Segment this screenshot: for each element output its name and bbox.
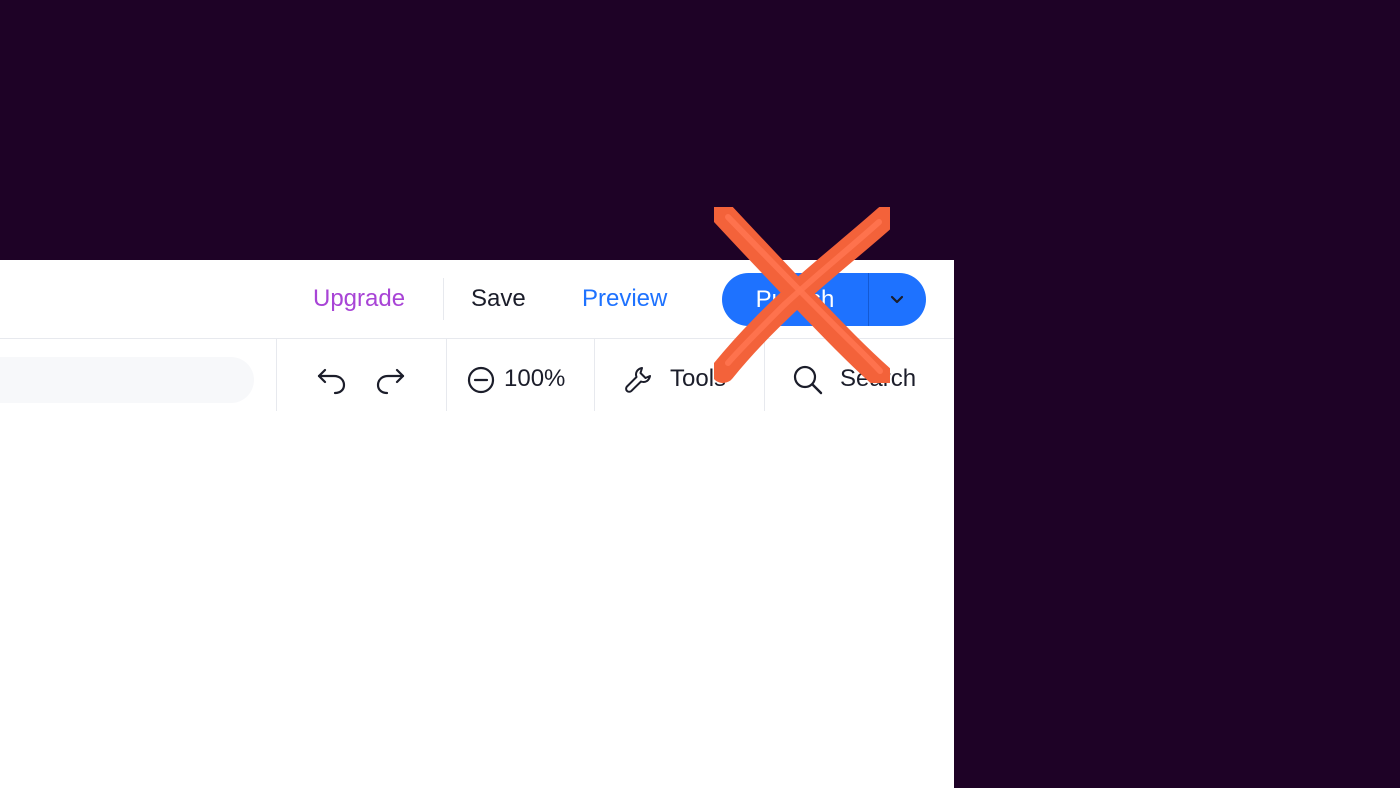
preview-button[interactable]: Preview [582, 284, 667, 314]
undo-icon [317, 368, 346, 395]
publish-button[interactable]: Publish [722, 273, 868, 326]
zoom-out-icon [467, 366, 495, 394]
redo-icon [376, 368, 405, 395]
top-bar-divider [443, 278, 444, 320]
tools-button[interactable]: Tools [670, 364, 726, 394]
canvas-area [0, 411, 954, 788]
toolbar-divider [446, 339, 447, 411]
editor-toolbar: 100% Tools Search [0, 339, 954, 411]
top-bar: Upgrade Save Preview Publish [0, 260, 954, 339]
upgrade-link[interactable]: Upgrade [313, 284, 405, 314]
zoom-level[interactable]: 100% [504, 364, 565, 394]
toolbar-divider [276, 339, 277, 411]
publish-button-group: Publish [722, 273, 926, 326]
publish-dropdown-button[interactable] [869, 273, 926, 326]
search-button[interactable]: Search [840, 364, 916, 394]
wrench-icon[interactable] [622, 364, 654, 396]
undo-button[interactable] [314, 361, 350, 397]
search-icon[interactable] [792, 364, 824, 396]
redo-button[interactable] [372, 361, 408, 397]
editor-window: Upgrade Save Preview Publish 100% Tools … [0, 260, 954, 788]
toolbar-divider [594, 339, 595, 411]
chevron-down-icon [890, 295, 904, 304]
toolbar-divider [764, 339, 765, 411]
save-button[interactable]: Save [471, 284, 526, 314]
zoom-out-button[interactable] [466, 365, 496, 395]
screen-background: Upgrade Save Preview Publish 100% Tools … [0, 0, 1400, 788]
address-field[interactable] [0, 357, 254, 403]
